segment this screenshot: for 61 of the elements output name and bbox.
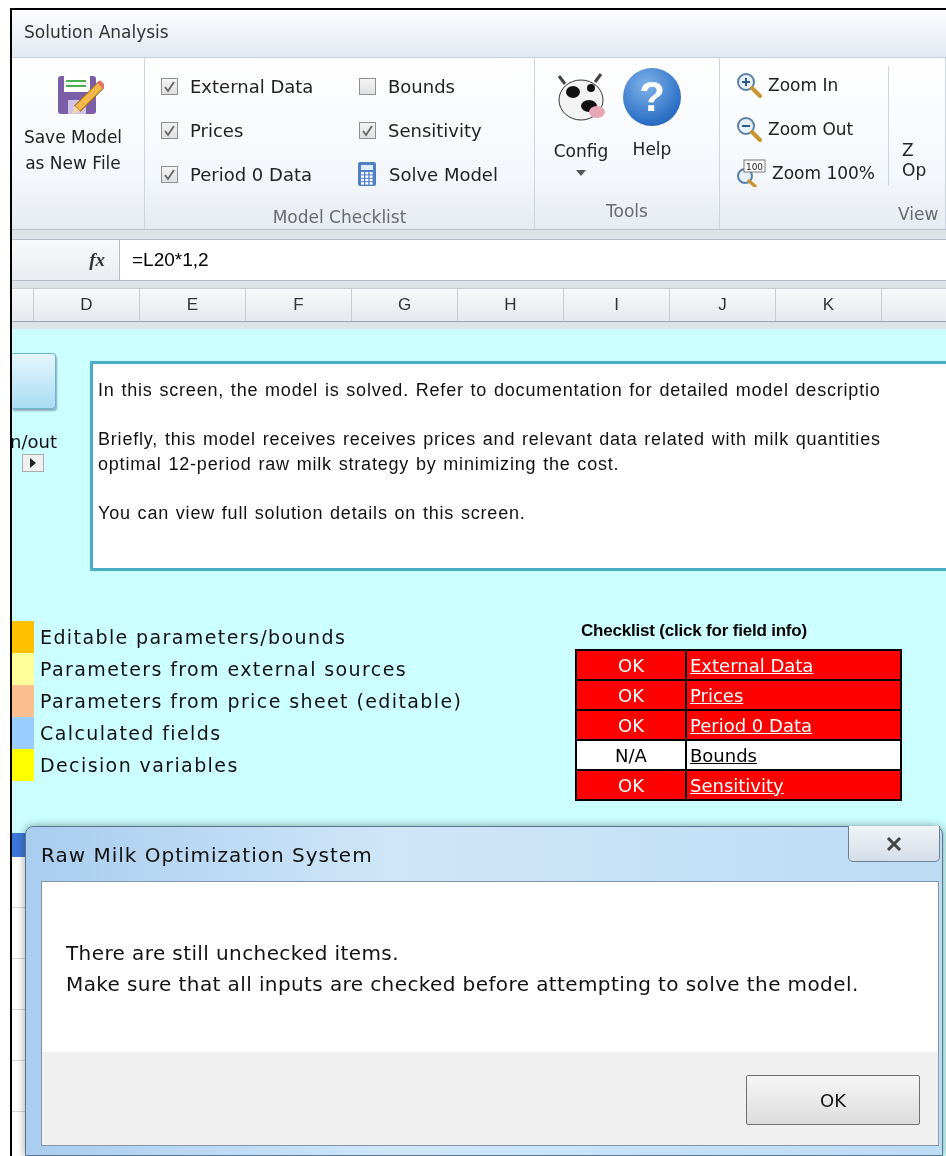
ok-button[interactable]: OK [746, 1075, 920, 1125]
legend-label: Calculated fields [40, 722, 222, 744]
checkbox[interactable] [359, 121, 376, 139]
checkbox[interactable] [161, 77, 178, 95]
help-button[interactable]: ? Help [623, 68, 681, 176]
column-header[interactable]: K [776, 289, 882, 321]
cell-text: n/out [12, 431, 57, 452]
column-header[interactable]: D [34, 289, 140, 321]
group-label: Tools [605, 200, 649, 223]
checkbox-label[interactable]: Bounds [388, 75, 455, 97]
status-cell: OK [576, 770, 686, 800]
column-header[interactable]: E [140, 289, 246, 321]
zoom-out-button[interactable]: Zoom Out [736, 112, 875, 146]
solve-model-button[interactable]: Solve Model [357, 159, 537, 189]
column-header[interactable]: J [670, 289, 776, 321]
zoom-in-button[interactable]: Zoom In [736, 68, 875, 102]
checkbox[interactable] [161, 121, 178, 139]
checkbox-label[interactable]: Sensitivity [388, 119, 482, 141]
group-label: View [897, 203, 940, 226]
ribbon-button[interactable]: Z Op [902, 140, 927, 180]
save-model-button[interactable]: Save Model as New File [17, 72, 129, 176]
dialog-title: Raw Milk Optimization System [41, 843, 373, 867]
checkbox-label[interactable]: External Data [190, 75, 314, 97]
checkbox[interactable] [161, 165, 178, 183]
checkbox-label[interactable]: Prices [190, 119, 244, 141]
legend-label: Editable parameters/bounds [40, 626, 347, 648]
legend-label: Decision variables [40, 754, 239, 776]
help-icon: ? [623, 68, 681, 126]
legend-label: Parameters from external sources [40, 658, 408, 680]
scroll-right-button[interactable] [22, 454, 44, 472]
checklist-title: Checklist (click for field info) [580, 621, 808, 642]
legend-label: Parameters from price sheet (editable) [40, 690, 463, 712]
dialog-message: There are still unchecked items. [66, 940, 400, 967]
zoom-out-icon [736, 116, 762, 142]
status-cell: OK [576, 680, 686, 710]
function-icon[interactable]: fx [12, 240, 120, 280]
field-link[interactable]: Prices [690, 684, 744, 706]
column-header[interactable]: G [352, 289, 458, 321]
status-cell: N/A [576, 740, 686, 770]
column-header[interactable]: H [458, 289, 564, 321]
zoom-100-button[interactable]: 100 Zoom 100% [736, 156, 875, 190]
status-cell: OK [576, 650, 686, 680]
status-cell: OK [576, 710, 686, 740]
window-title: Solution Analysis [24, 22, 169, 42]
close-icon [885, 835, 903, 852]
checkbox[interactable] [359, 77, 376, 95]
column-header[interactable]: I [564, 289, 670, 321]
column-header[interactable]: F [246, 289, 352, 321]
right-arrow-icon [30, 458, 36, 468]
formula-field[interactable]: =L20*1,2 [120, 240, 946, 280]
zoom-in-icon [736, 72, 762, 98]
group-label: Model Checklist [271, 206, 408, 229]
checkmark-icon [163, 123, 176, 137]
checkbox-label[interactable]: Period 0 Data [190, 163, 312, 185]
checkmark-icon [361, 123, 374, 137]
dialog-message: Make sure that all inputs are checked before attempting to solve the model. [66, 971, 860, 998]
calculator-icon [357, 161, 377, 187]
checkmark-icon [163, 167, 176, 181]
close-button[interactable] [848, 826, 940, 862]
config-button[interactable]: Config [551, 68, 611, 176]
checkmark-icon [163, 79, 176, 93]
